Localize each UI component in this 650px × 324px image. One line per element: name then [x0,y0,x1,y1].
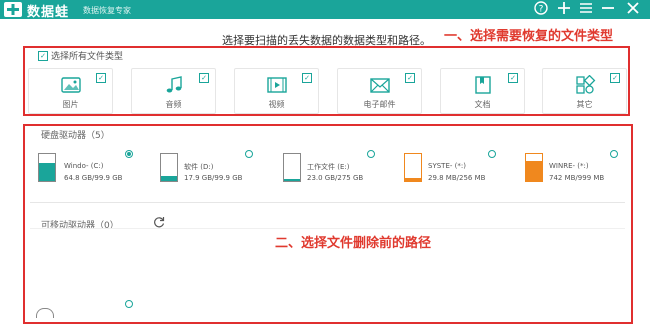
close-icon[interactable] [625,1,641,17]
highlight-drives [23,124,633,324]
highlight-file-types [23,46,630,116]
annotation-step1: 一、选择需要恢复的文件类型 [444,29,614,44]
title-bar: 数据蛙 数据恢复专家 ? [0,0,650,20]
svg-text:?: ? [539,5,544,15]
add-icon[interactable] [556,1,572,17]
menu-icon[interactable] [578,1,594,17]
app-subtitle: 数据恢复专家 [83,6,131,15]
app-name: 数据蛙 [27,5,70,20]
app-logo-icon [4,2,22,17]
minimize-icon[interactable] [600,1,616,17]
help-icon[interactable]: ? [533,1,549,17]
